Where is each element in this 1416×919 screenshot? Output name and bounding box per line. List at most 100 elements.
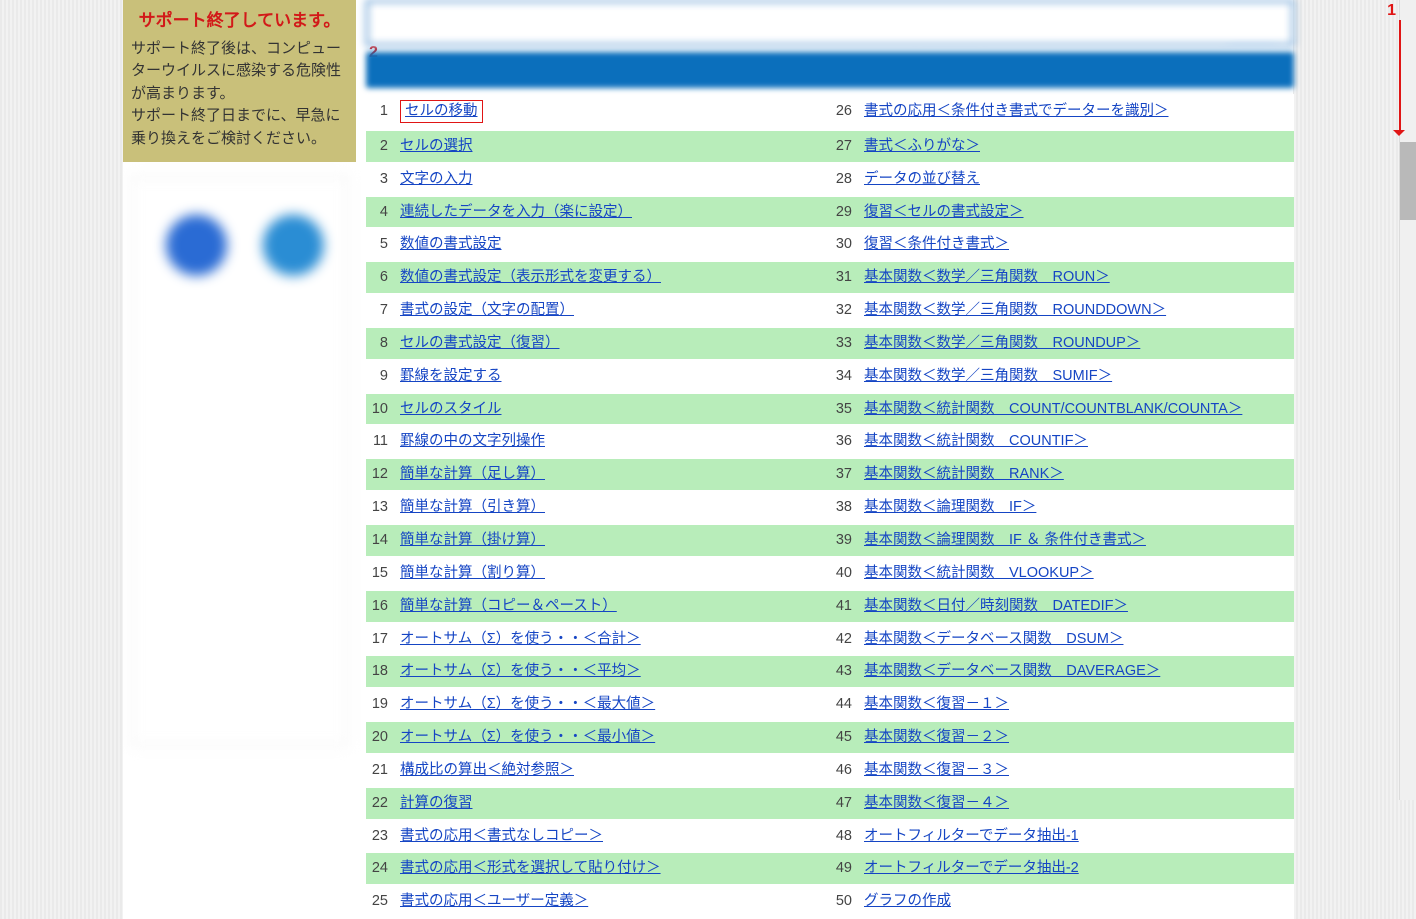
lesson-number: 10 (366, 393, 396, 426)
lesson-link[interactable]: 書式の応用＜書式なしコピー＞ (400, 828, 603, 844)
lesson-link[interactable]: オートサム（Σ）を使う・・＜合計＞ (400, 631, 641, 647)
lesson-number: 14 (366, 524, 396, 557)
lesson-link[interactable]: 復習＜セルの書式設定＞ (864, 204, 1024, 220)
lesson-number: 40 (830, 557, 860, 590)
lesson-link[interactable]: 簡単な計算（割り算） (400, 565, 545, 581)
lesson-number: 13 (366, 491, 396, 524)
lesson-link[interactable]: グラフの作成 (864, 893, 951, 909)
search-button[interactable] (366, 52, 1294, 88)
lesson-link[interactable]: 基本関数＜論理関数 IF＞ (864, 499, 1036, 515)
lesson-link[interactable]: オートサム（Σ）を使う・・＜最小値＞ (400, 729, 655, 745)
table-row: 16簡単な計算（コピー＆ペースト）41基本関数＜日付／時刻関数 DATEDIF＞ (366, 590, 1294, 623)
lesson-number: 3 (366, 163, 396, 196)
lesson-cell: 基本関数＜日付／時刻関数 DATEDIF＞ (860, 590, 1294, 623)
table-row: 25書式の応用＜ユーザー定義＞50グラフの作成 (366, 885, 1294, 918)
lesson-link[interactable]: セルのスタイル (400, 401, 502, 417)
lesson-link[interactable]: 基本関数＜論理関数 IF ＆ 条件付き書式＞ (864, 532, 1146, 548)
lesson-cell: 簡単な計算（コピー＆ペースト） (396, 590, 830, 623)
lesson-number: 19 (366, 688, 396, 721)
lesson-link[interactable]: 簡単な計算（コピー＆ペースト） (400, 598, 617, 614)
table-row: 13簡単な計算（引き算）38基本関数＜論理関数 IF＞ (366, 491, 1294, 524)
scrollbar-track[interactable] (1399, 0, 1416, 800)
lesson-link[interactable]: 構成比の算出＜絶対参照＞ (400, 762, 574, 778)
lesson-link[interactable]: セルの選択 (400, 138, 473, 154)
lesson-link[interactable]: 書式の応用＜条件付き書式でデーターを識別＞ (864, 103, 1169, 119)
lesson-link[interactable]: セルの移動 (405, 103, 478, 119)
table-row: 1セルの移動26書式の応用＜条件付き書式でデーターを識別＞ (366, 94, 1294, 130)
search-bar[interactable] (366, 0, 1294, 46)
lesson-number: 6 (366, 261, 396, 294)
lesson-cell: オートサム（Σ）を使う・・＜最大値＞ (396, 688, 830, 721)
sidebar-ad[interactable] (131, 176, 348, 746)
lesson-link[interactable]: 基本関数＜統計関数 COUNT/COUNTBLANK/COUNTA＞ (864, 401, 1242, 417)
lesson-link[interactable]: データの並び替え (864, 171, 980, 187)
lesson-number: 5 (366, 228, 396, 261)
lesson-link[interactable]: 基本関数＜復習－３＞ (864, 762, 1009, 778)
lesson-link[interactable]: 書式＜ふりがな＞ (864, 138, 980, 154)
lesson-link[interactable]: オートフィルターでデータ抽出-1 (864, 828, 1079, 844)
warning-title: サポート終了しています。 (131, 8, 348, 34)
lesson-number: 12 (366, 458, 396, 491)
lesson-link[interactable]: 基本関数＜統計関数 RANK＞ (864, 466, 1064, 482)
table-row: 2セルの選択27書式＜ふりがな＞ (366, 130, 1294, 163)
scrollbar-thumb[interactable] (1399, 142, 1416, 220)
lesson-link[interactable]: 復習＜条件付き書式＞ (864, 236, 1009, 252)
lesson-link[interactable]: 基本関数＜数学／三角関数 ROUNDUP＞ (864, 335, 1140, 351)
lesson-link[interactable]: 罫線の中の文字列操作 (400, 433, 545, 449)
table-row: 24書式の応用＜形式を選択して貼り付け＞49オートフィルターでデータ抽出-2 (366, 852, 1294, 885)
table-row: 12簡単な計算（足し算）37基本関数＜統計関数 RANK＞ (366, 458, 1294, 491)
lesson-cell: 簡単な計算（足し算） (396, 458, 830, 491)
lesson-cell: グラフの作成 (860, 885, 1294, 918)
lesson-number: 8 (366, 327, 396, 360)
lesson-cell: 基本関数＜論理関数 IF＞ (860, 491, 1294, 524)
table-row: 9罫線を設定する34基本関数＜数学／三角関数 SUMIF＞ (366, 360, 1294, 393)
lesson-link[interactable]: 基本関数＜数学／三角関数 SUMIF＞ (864, 368, 1112, 384)
lesson-link[interactable]: 連続したデータを入力（楽に設定） (400, 204, 632, 220)
lesson-link[interactable]: 基本関数＜日付／時刻関数 DATEDIF＞ (864, 598, 1128, 614)
lesson-link[interactable]: 数値の書式設定（表示形式を変更する） (400, 269, 661, 285)
lesson-link[interactable]: 罫線を設定する (400, 368, 502, 384)
lesson-link[interactable]: オートサム（Σ）を使う・・＜平均＞ (400, 663, 641, 679)
lesson-link[interactable]: 基本関数＜数学／三角関数 ROUNDDOWN＞ (864, 302, 1166, 318)
lesson-link[interactable]: オートフィルターでデータ抽出-2 (864, 860, 1079, 876)
lesson-link[interactable]: 基本関数＜復習－２＞ (864, 729, 1009, 745)
lesson-link[interactable]: セルの書式設定（復習） (400, 335, 560, 351)
lesson-link[interactable]: 計算の復習 (400, 795, 473, 811)
lesson-link[interactable]: 基本関数＜データベース関数 DAVERAGE＞ (864, 663, 1160, 679)
table-row: 7書式の設定（文字の配置）32基本関数＜数学／三角関数 ROUNDDOWN＞ (366, 294, 1294, 327)
lesson-link[interactable]: 書式の応用＜形式を選択して貼り付け＞ (400, 860, 661, 876)
lesson-link[interactable]: 簡単な計算（引き算） (400, 499, 545, 515)
table-row: 10セルのスタイル 35基本関数＜統計関数 COUNT/COUNTBLANK/CO… (366, 393, 1294, 426)
table-row: 3文字の入力28データの並び替え (366, 163, 1294, 196)
lesson-link[interactable]: 基本関数＜数学／三角関数 ROUN＞ (864, 269, 1110, 285)
lesson-link[interactable]: 基本関数＜復習－４＞ (864, 795, 1009, 811)
lesson-number: 35 (830, 393, 860, 426)
lesson-number: 41 (830, 590, 860, 623)
lesson-number: 24 (366, 852, 396, 885)
lesson-link[interactable]: 書式の応用＜ユーザー定義＞ (400, 893, 588, 909)
sidebar: サポート終了しています。 サポート終了後は、コンピューターウイルスに感染する危険… (123, 0, 356, 919)
lesson-link[interactable]: 基本関数＜統計関数 COUNTIF＞ (864, 433, 1088, 449)
lesson-link[interactable]: 文字の入力 (400, 171, 473, 187)
lesson-cell: 復習＜セルの書式設定＞ (860, 196, 1294, 229)
lesson-link[interactable]: 簡単な計算（足し算） (400, 466, 545, 482)
lesson-number: 22 (366, 787, 396, 820)
lesson-link[interactable]: 基本関数＜復習－１＞ (864, 696, 1009, 712)
lesson-link[interactable]: 書式の設定（文字の配置） (400, 302, 574, 318)
lesson-cell: 簡単な計算（掛け算） (396, 524, 830, 557)
lesson-cell: 復習＜条件付き書式＞ (860, 228, 1294, 261)
lesson-cell: 基本関数＜統計関数 VLOOKUP＞ (860, 557, 1294, 590)
lesson-link[interactable]: 基本関数＜統計関数 VLOOKUP＞ (864, 565, 1094, 581)
lesson-number: 23 (366, 820, 396, 853)
lesson-cell: オートサム（Σ）を使う・・＜最小値＞ (396, 721, 830, 754)
lesson-number: 47 (830, 787, 860, 820)
lesson-link[interactable]: 数値の書式設定 (400, 236, 502, 252)
lesson-cell: 書式＜ふりがな＞ (860, 130, 1294, 163)
table-row: 6数値の書式設定（表示形式を変更する）31基本関数＜数学／三角関数 ROUN＞ (366, 261, 1294, 294)
lesson-link[interactable]: 基本関数＜データベース関数 DSUM＞ (864, 631, 1123, 647)
lesson-link[interactable]: 簡単な計算（掛け算） (400, 532, 545, 548)
lesson-number: 39 (830, 524, 860, 557)
table-row: 14簡単な計算（掛け算） 39基本関数＜論理関数 IF ＆ 条件付き書式＞ (366, 524, 1294, 557)
lesson-link[interactable]: オートサム（Σ）を使う・・＜最大値＞ (400, 696, 655, 712)
table-row: 22計算の復習 47基本関数＜復習－４＞ (366, 787, 1294, 820)
